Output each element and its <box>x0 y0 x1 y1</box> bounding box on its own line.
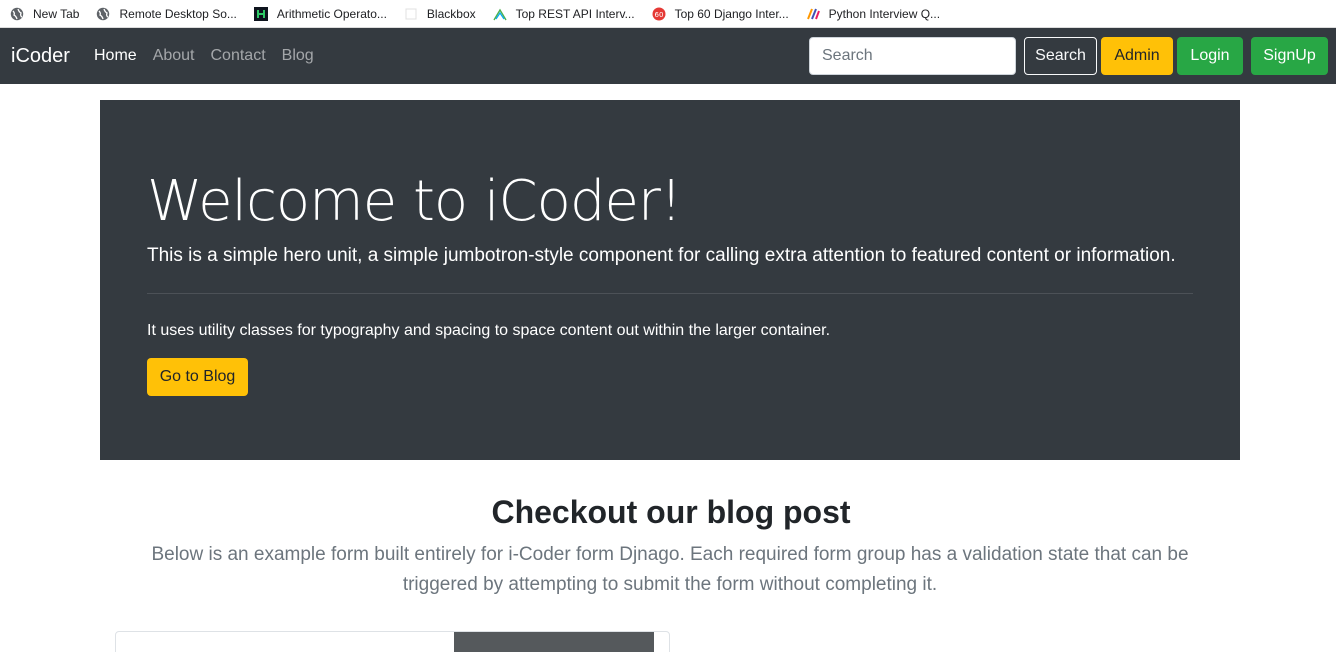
hackerrank-icon <box>253 6 268 21</box>
search-button[interactable]: Search <box>1024 37 1097 75</box>
bookmark-blackbox[interactable]: Blackbox <box>404 4 476 24</box>
bookmark-rest-api[interactable]: Top REST API Interv... <box>493 4 635 24</box>
blog-section-description: Below is an example form built entirely … <box>151 544 1189 595</box>
signup-button[interactable]: SignUp <box>1251 37 1328 75</box>
jumbotron: Welcome to iCoder! This is a simple hero… <box>100 100 1240 460</box>
bookmark-python[interactable]: Python Interview Q... <box>806 4 940 24</box>
chart-icon <box>493 7 507 21</box>
bookmark-label: Top 60 Django Inter... <box>674 6 789 21</box>
divider <box>147 293 1193 294</box>
nav-link-home[interactable]: Home <box>94 44 137 68</box>
brand-logo[interactable]: iCoder <box>11 43 70 69</box>
python-icon <box>806 7 820 21</box>
card-image <box>454 632 654 652</box>
bookmark-new-tab[interactable]: New Tab <box>10 4 79 24</box>
svg-text:60: 60 <box>654 11 663 19</box>
navbar: iCoder Home About Contact Blog Search Ad… <box>0 28 1336 84</box>
admin-button[interactable]: Admin <box>1101 37 1173 75</box>
jumbotron-lead: This is a simple hero unit, a simple jum… <box>147 245 1176 266</box>
globe-icon <box>96 7 110 21</box>
go-to-blog-button[interactable]: Go to Blog <box>147 358 248 396</box>
search-input[interactable] <box>809 37 1016 75</box>
nav-link-about[interactable]: About <box>153 44 195 68</box>
globe-icon <box>10 7 24 21</box>
jumbotron-heading: Welcome to iCoder! <box>147 169 682 234</box>
bookmark-label: Blackbox <box>426 6 476 21</box>
bookmark-arithmetic[interactable]: Arithmetic Operato... <box>253 4 387 24</box>
bookmarks-bar: New Tab Remote Desktop So... Arithmetic … <box>0 0 1336 28</box>
bookmark-label: Top REST API Interv... <box>515 6 635 21</box>
bookmark-label: Remote Desktop So... <box>119 6 237 21</box>
blackbox-icon <box>404 7 418 21</box>
nav-link-contact[interactable]: Contact <box>211 44 266 68</box>
bookmark-label: Python Interview Q... <box>828 6 941 21</box>
bookmark-label: Arithmetic Operato... <box>276 6 387 21</box>
nav-link-blog[interactable]: Blog <box>282 44 314 68</box>
login-button[interactable]: Login <box>1177 37 1243 75</box>
bookmark-label: New Tab <box>33 6 80 21</box>
bookmark-remote-desktop[interactable]: Remote Desktop So... <box>96 4 237 24</box>
nav-links: Home About Contact Blog <box>94 28 330 84</box>
blog-card[interactable] <box>115 631 670 652</box>
blog-section-title: Checkout our blog post <box>491 494 851 530</box>
jumbotron-text: It uses utility classes for typography a… <box>147 322 831 339</box>
django-icon: 60 <box>652 7 666 21</box>
bookmark-django[interactable]: 60 Top 60 Django Inter... <box>652 4 789 24</box>
